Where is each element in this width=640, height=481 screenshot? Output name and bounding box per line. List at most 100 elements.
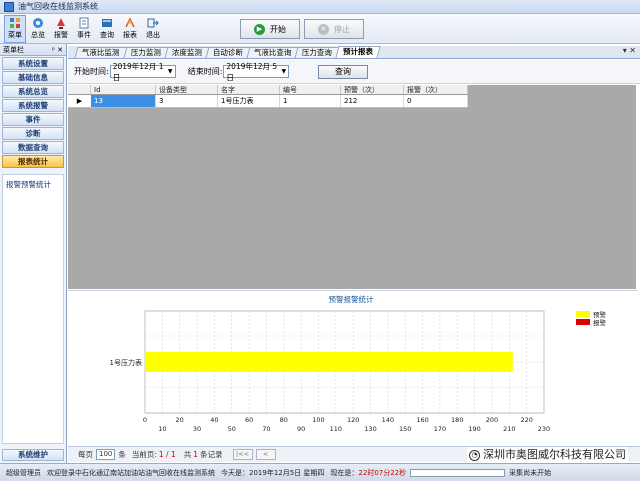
exit-icon [147, 17, 159, 29]
sidebar-item-report-stats[interactable]: 报表统计 [2, 155, 64, 168]
tab-gas-liquid-query[interactable]: 气液比查询 [246, 47, 299, 58]
legend-swatch [576, 311, 590, 317]
legend-label: 预警 [593, 310, 607, 319]
sidebar-subitem-alarm-stats[interactable]: 报警预警统计 [3, 175, 63, 194]
per-page-input[interactable]: 100 [96, 449, 116, 460]
x-tick-label: 110 [330, 425, 342, 433]
sidebar-subpanel: 报警预警统计 [2, 174, 64, 444]
x-tick-label: 70 [262, 425, 270, 433]
table-cell[interactable]: 13 [91, 95, 156, 107]
sidebar-item-basic-info[interactable]: 基础信息 [2, 71, 64, 84]
alarm-stats-chart: 预警报警统计 0 10 20 30 40 50 60 70 80 90 100 110 120 130 140… [110, 294, 607, 433]
column-header[interactable]: 报警（次） [404, 85, 468, 94]
report-button[interactable]: 报表 [119, 15, 141, 43]
x-tick-label: 230 [538, 425, 550, 433]
current-page-label: 当前页: [131, 450, 157, 459]
exit-label: 退出 [146, 31, 160, 39]
per-page-unit: 条 [118, 450, 126, 459]
query-button[interactable]: 查询 [96, 15, 118, 43]
filter-bar: 开始时间: 2019年12月 1日 ▼ 结束时间: 2019年12月 5日 ▼ … [68, 60, 640, 84]
table-cell[interactable]: 3 [156, 95, 218, 107]
query-icon [101, 17, 113, 29]
table-cell[interactable]: 212 [341, 95, 404, 107]
current-page-value: 1 / 1 [158, 450, 176, 459]
tab-pressure-query[interactable]: 压力查询 [294, 47, 340, 58]
x-tick-label: 220 [520, 416, 532, 424]
sidebar-item-diagnosis[interactable]: 诊断 [2, 127, 64, 140]
tab-gas-liquid-monitor[interactable]: 气液比监测 [74, 47, 127, 58]
x-tick-label: 180 [451, 416, 463, 424]
menu-button[interactable]: 菜单 [4, 14, 26, 43]
sidebar-item-data-query[interactable]: 数据查询 [2, 141, 64, 154]
x-tick-label: 100 [312, 416, 324, 424]
total-label: 共 [183, 450, 192, 459]
row-indicator-header [68, 85, 91, 94]
alarm-label: 报警 [54, 31, 68, 39]
x-tick-label: 200 [486, 416, 498, 424]
table-cell[interactable]: 1号压力表 [218, 95, 280, 107]
exit-button[interactable]: 退出 [142, 15, 164, 43]
start-label: 开始 [270, 24, 286, 34]
category-label: 1号压力表 [110, 358, 142, 367]
pager: 每页 100 条 当前页: 1 / 1 共 1 条记录 |<< < ◔ 深圳市奥… [68, 446, 640, 463]
status-user: 超级管理员 [6, 468, 41, 477]
x-tick-label: 160 [416, 416, 428, 424]
first-page-button[interactable]: |<< [232, 449, 253, 460]
column-header[interactable]: 编号 [280, 85, 341, 94]
alarm-button[interactable]: 报警 [50, 15, 72, 43]
wechat-icon: ◔ [469, 449, 480, 461]
column-header[interactable]: Id [91, 85, 156, 94]
sidebar-item-system-alarm[interactable]: 系统报警 [2, 99, 64, 112]
event-icon [78, 17, 90, 29]
start-time-label: 开始时间: [74, 67, 109, 76]
status-progress-bar [410, 468, 506, 477]
overview-label: 总览 [31, 31, 45, 39]
window-title: 油气回收在线监测系统 [18, 2, 98, 11]
x-tick-label: 150 [399, 425, 411, 433]
stop-icon: ✕ [318, 23, 329, 35]
column-header[interactable]: 设备类型 [156, 85, 218, 94]
end-time-picker[interactable]: 2019年12月 5日 ▼ [223, 62, 290, 82]
bar-warning [145, 352, 513, 372]
report-icon [124, 17, 136, 29]
table-row[interactable]: ▶ 13 3 1号压力表 1 212 0 [68, 95, 468, 108]
column-header[interactable]: 名字 [218, 85, 280, 94]
x-tick-label: 80 [280, 416, 288, 424]
start-time-picker[interactable]: 2019年12月 1日 ▼ [109, 62, 176, 82]
x-tick-label: 10 [158, 425, 166, 433]
tab-controls[interactable]: ▾ ✕ [623, 46, 636, 55]
status-today-label: 今天是： [221, 468, 249, 477]
event-button[interactable]: 事件 [73, 15, 95, 43]
tab-auto-diagnosis[interactable]: 自动诊断 [205, 47, 250, 58]
status-now-label: 现在是： [330, 468, 359, 477]
start-button[interactable]: ▶ 开始 [240, 19, 300, 39]
x-tick-label: 210 [503, 425, 515, 433]
watermark-text: 深圳市奥图威尔科技有限公司 [483, 448, 626, 461]
sidebar-item-system-maintenance[interactable]: 系统维护 [2, 449, 64, 461]
x-tick-label: 130 [364, 425, 376, 433]
column-header[interactable]: 预警（次） [341, 85, 404, 94]
prev-page-button[interactable]: < [255, 449, 276, 460]
tab-concentration-monitor[interactable]: 浓度监测 [164, 47, 209, 58]
overview-icon [32, 17, 44, 29]
toolbar: 菜单 总览 报警 事件 查询 报表 退出 ▶ 开始 ✕ 停止 [0, 14, 640, 44]
x-tick-label: 170 [434, 425, 446, 433]
query-submit-button[interactable]: 查询 [318, 65, 368, 79]
overview-button[interactable]: 总览 [27, 15, 49, 43]
x-tick-label: 190 [468, 425, 480, 433]
tab-report[interactable]: 预计报表 [335, 46, 381, 58]
table-cell[interactable]: 1 [280, 95, 341, 107]
sidebar-controls[interactable]: ᵖ ✕ [52, 46, 63, 54]
sidebar-item-events[interactable]: 事件 [2, 113, 64, 126]
x-tick-label: 0 [143, 416, 147, 424]
sidebar-item-system-overview[interactable]: 系统总览 [2, 85, 64, 98]
sidebar-item-system-settings[interactable]: 系统设置 [2, 57, 64, 70]
stop-button[interactable]: ✕ 停止 [304, 19, 364, 39]
menu-label: 菜单 [8, 31, 22, 39]
tab-pressure-monitor[interactable]: 压力监测 [123, 47, 168, 58]
x-tick-label: 120 [347, 416, 359, 424]
status-bar: 超级管理员 欢迎登录中石化通辽南站加油站油气回收在线监测系统 今天是： 2019… [0, 463, 640, 481]
alarm-icon [55, 17, 67, 29]
table-cell[interactable]: 0 [404, 95, 468, 107]
legend-label: 报警 [593, 318, 607, 327]
